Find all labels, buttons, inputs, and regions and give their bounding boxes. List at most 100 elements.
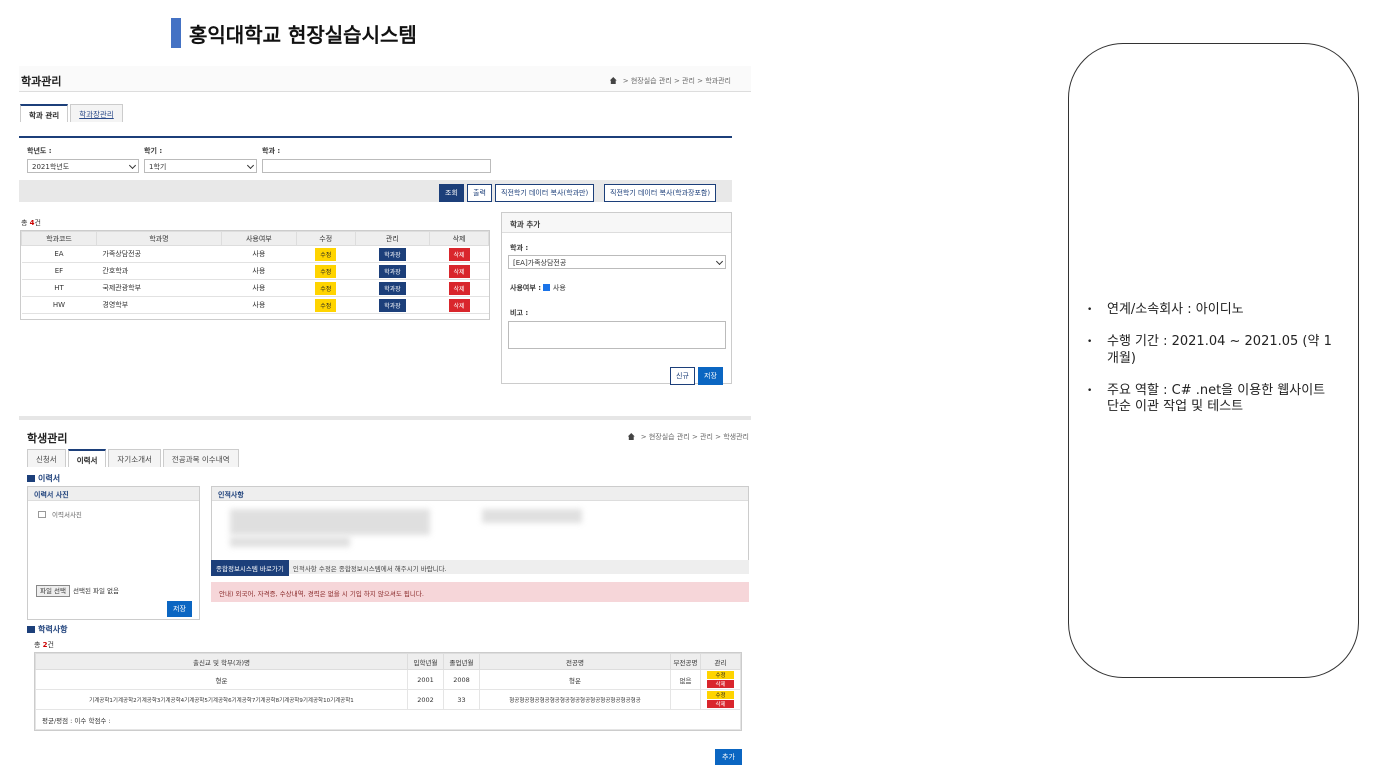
col-use[interactable]: 사용여부 [220, 231, 297, 246]
tab-dept-head[interactable]: 학과장관리 [70, 104, 123, 122]
portal-link-text: 인적사항 수정은 종합정보시스템에서 해주시기 바랍니다. [292, 565, 447, 573]
personal-info-panel: 인적사항 [211, 486, 749, 562]
table-row[interactable]: HW 경영학부 사용 수정 학과장 삭제 [21, 296, 489, 314]
use-label-text: 사용여부 : [510, 284, 541, 292]
count-prefix: 총 [34, 641, 43, 649]
edit-button[interactable]: 수정 [315, 298, 337, 312]
col-manage[interactable]: 관리 [354, 231, 431, 246]
count-suffix: 건 [34, 219, 41, 227]
info-company: 연계/소속회사 : 아이디노 [1107, 302, 1244, 317]
bullet-icon: • [1087, 337, 1093, 348]
dept-label: 학과 : [262, 147, 281, 155]
new-button[interactable]: 신규 [670, 367, 695, 385]
manage-button[interactable]: 학과장 [379, 264, 406, 278]
home-icon[interactable] [609, 77, 617, 84]
education-grid: 출신교 및 학부(과)명 입학년월 졸업년월 전공명 부전공명 관리 형운 20… [34, 652, 742, 731]
tab-self-intro[interactable]: 자기소개서 [108, 449, 161, 467]
tab-bar: 학과 관리 학과장관리 [20, 104, 125, 122]
col-manage[interactable]: 관리 [700, 653, 741, 670]
breadcrumb: > 현장실습 관리 > 관리 > 학생관리 [627, 432, 749, 442]
photo-save-button[interactable]: 저장 [167, 601, 192, 617]
cell-use: 사용 [221, 245, 297, 263]
delete-button[interactable]: 삭제 [707, 680, 734, 688]
col-delete[interactable]: 삭제 [429, 231, 489, 246]
tab-dept[interactable]: 학과 관리 [20, 104, 69, 122]
print-button[interactable]: 출력 [467, 184, 492, 202]
blurred-personal-info [230, 509, 430, 535]
personal-link-bar: 종합정보시스템 바로가기 인적사항 수정은 종합정보시스템에서 해주시기 바랍니다… [211, 560, 749, 576]
search-button-bar: 조회 출력 직전학기 데이터 복사(학과만) 직전학기 데이터 복사(학과장포함… [19, 180, 732, 202]
col-edit[interactable]: 수정 [295, 231, 356, 246]
edit-button[interactable]: 수정 [707, 691, 734, 699]
col-grad[interactable]: 졸업년월 [443, 653, 480, 670]
table-row[interactable]: 형운 2001 2008 형운 없음 수정 삭제 [35, 669, 741, 690]
col-name[interactable]: 학과명 [95, 231, 222, 246]
page-title: 학생관리 [27, 432, 68, 445]
table-row[interactable]: EA 가족상담전공 사용 수정 학과장 삭제 [21, 245, 489, 263]
cell-major: 형공형공형공형공형공형공형공형공형공형공형공형공형공 [479, 689, 671, 710]
col-minor[interactable]: 부전공명 [670, 653, 701, 670]
page-title: 학과관리 [21, 75, 62, 88]
screenshot-area: 학과관리 > 현장실습 관리 > 관리 > 학과관리 학과 관리 학과장관리 학… [19, 66, 751, 766]
cell-grad: 33 [443, 689, 480, 710]
manage-button[interactable]: 학과장 [379, 247, 406, 261]
term-label: 학기 : [144, 147, 163, 155]
manage-button[interactable]: 학과장 [379, 281, 406, 295]
add-button[interactable]: 추가 [715, 749, 742, 765]
breadcrumb-text: > 현장실습 관리 > 관리 > 학생관리 [640, 433, 749, 441]
col-code[interactable]: 학과코드 [21, 231, 97, 246]
col-school[interactable]: 출신교 및 학부(과)명 [35, 653, 408, 670]
term-select[interactable]: 1학기 [144, 159, 257, 173]
copy-dept-head-button[interactable]: 직전학기 데이터 복사(학과장포함) [604, 184, 717, 202]
student-management-screen: 학생관리 > 현장실습 관리 > 관리 > 학생관리 신청서 이력서 자기소개서… [19, 416, 751, 766]
home-icon[interactable] [627, 433, 635, 440]
delete-button[interactable]: 삭제 [448, 247, 470, 261]
file-select-button[interactable]: 파일 선택 [36, 585, 70, 597]
cell-code: EF [21, 262, 97, 280]
col-enter[interactable]: 입학년월 [407, 653, 444, 670]
add-dept-select[interactable]: [EA]가족상담전공 [508, 255, 726, 269]
table-row[interactable]: 기계공학1기계공학2기계공학3기계공학4기계공학5기계공학6기계공학7기계공학8… [35, 689, 741, 710]
tab-courses[interactable]: 전공과목 이수내역 [162, 449, 239, 467]
count-suffix: 건 [47, 641, 54, 649]
table-row[interactable]: EF 간호학과 사용 수정 학과장 삭제 [21, 262, 489, 280]
delete-button[interactable]: 삭제 [707, 700, 734, 708]
section-icon [27, 626, 35, 633]
add-use-label: 사용여부 : 사용 [510, 283, 566, 293]
dept-input[interactable] [262, 159, 491, 173]
info-list: • 연계/소속회사 : 아이디노 • 수행 기간 : 2021.04 ~ 2021.… [1087, 302, 1337, 431]
delete-button[interactable]: 삭제 [448, 281, 470, 295]
section-edu-label: 학력사항 [38, 625, 68, 634]
tab-application[interactable]: 신청서 [27, 449, 66, 467]
col-major[interactable]: 전공명 [479, 653, 671, 670]
edit-button[interactable]: 수정 [315, 247, 337, 261]
list-item: • 주요 역할 : C# .net을 이용한 웹사이트 단순 이관 작업 및 테스… [1087, 383, 1337, 416]
portal-link-button[interactable]: 종합정보시스템 바로가기 [211, 560, 289, 576]
delete-button[interactable]: 삭제 [448, 298, 470, 312]
edit-button[interactable]: 수정 [315, 264, 337, 278]
section-education: 학력사항 [27, 624, 67, 635]
tab-resume[interactable]: 이력서 [67, 449, 107, 467]
info-role: 주요 역할 : C# .net을 이용한 웹사이트 단순 이관 작업 및 테스트 [1107, 382, 1326, 414]
photo-panel-title: 이력서 사진 [28, 487, 199, 501]
delete-button[interactable]: 삭제 [448, 264, 470, 278]
edit-button[interactable]: 수정 [707, 671, 734, 679]
save-button[interactable]: 저장 [698, 367, 723, 385]
gpa-line: 평균/평점 : 이수 학점수 : [35, 709, 741, 730]
bullet-icon: • [1087, 305, 1093, 315]
use-checkbox[interactable] [543, 284, 551, 291]
cell-code: EA [21, 245, 97, 263]
table-row[interactable]: HT 국제관광학부 사용 수정 학과장 삭제 [21, 279, 489, 297]
cell-name: 가족상담전공 [96, 245, 222, 263]
dept-management-screen: 학과관리 > 현장실습 관리 > 관리 > 학과관리 학과 관리 학과장관리 학… [19, 66, 751, 416]
year-select[interactable]: 2021학년도 [27, 159, 139, 173]
cell-name: 경영학부 [96, 296, 222, 314]
list-item: • 연계/소속회사 : 아이디노 [1087, 302, 1337, 318]
copy-dept-button[interactable]: 직전학기 데이터 복사(학과만) [495, 184, 595, 202]
note-textarea[interactable] [508, 321, 726, 349]
search-button[interactable]: 조회 [439, 184, 464, 202]
manage-button[interactable]: 학과장 [379, 298, 406, 312]
edit-button[interactable]: 수정 [315, 281, 337, 295]
photo-alt-text: 이력서사진 [52, 511, 82, 519]
slide-title: 홍익대학교 현장실습시스템 [171, 18, 417, 48]
